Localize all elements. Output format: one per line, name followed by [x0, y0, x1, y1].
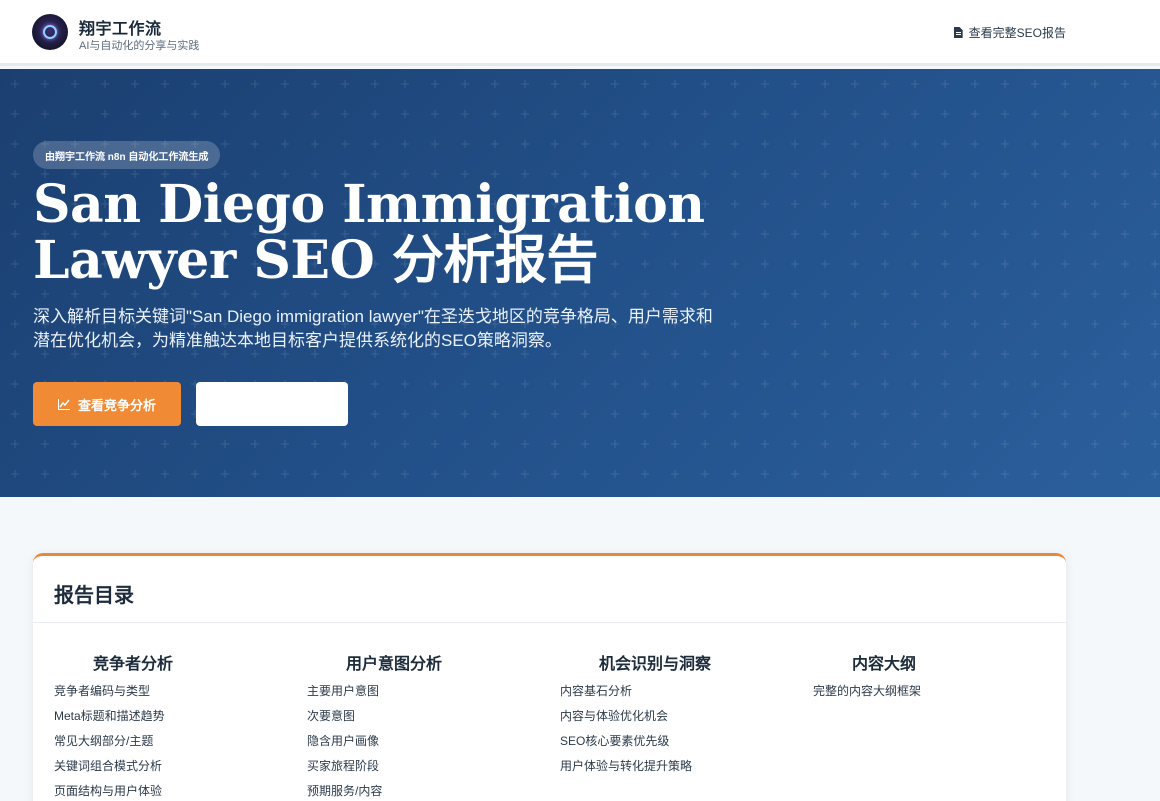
toc-column-outline: 内容大纲 完整的内容大纲框架 [813, 650, 1043, 708]
document-icon [953, 27, 963, 38]
toc-column-competitor: 竞争者分析 竞争者编码与类型 Meta标题和描述趋势 常见大纲部分/主题 关键词… [54, 650, 284, 801]
toc-item[interactable]: 内容与体验优化机会 [560, 708, 790, 733]
toc-column-title: 用户意图分析 [346, 654, 443, 673]
brand-title[interactable]: 翔宇工作流 [79, 15, 162, 39]
toc-item[interactable]: 内容基石分析 [560, 683, 790, 708]
hero-description: 深入解析目标关键词"San Diego immigration lawyer"在… [33, 307, 713, 350]
toc-item[interactable]: 用户体验与转化提升策略 [560, 758, 790, 783]
view-competition-label: 查看竞争分析 [77, 397, 156, 413]
toc-item[interactable]: 预期服务/内容 [307, 783, 537, 801]
toc-item[interactable]: 隐含用户画像 [307, 733, 537, 758]
full-report-link-label: 查看完整SEO报告 [968, 26, 1066, 40]
toc-item[interactable]: 关键词组合模式分析 [54, 758, 284, 783]
toc-column-title: 竞争者分析 [93, 654, 174, 673]
toc-column-opportunity: 机会识别与洞察 内容基石分析 内容与体验优化机会 SEO核心要素优先级 用户体验… [560, 650, 790, 783]
toc-item[interactable]: Meta标题和描述趋势 [54, 708, 284, 733]
toc-divider [33, 622, 1066, 623]
toc-title: 报告目录 [54, 583, 134, 607]
toc-column-title: 机会识别与洞察 [599, 654, 712, 673]
site-header: 翔宇工作流 AI与自动化的分享与实践 查看完整SEO报告 [0, 0, 1160, 66]
generator-badge: 由翔宇工作流 n8n 自动化工作流生成 [33, 141, 221, 169]
full-report-link[interactable]: 查看完整SEO报告 [953, 24, 1066, 41]
toc-item[interactable]: 次要意图 [307, 708, 537, 733]
page-title: San Diego Immigration Lawyer SEO 分析报告 [33, 177, 733, 289]
toc-item[interactable]: 主要用户意图 [307, 683, 537, 708]
toc-item[interactable]: 竞争者编码与类型 [54, 683, 284, 708]
secondary-button[interactable] [196, 382, 348, 426]
toc-column-title: 内容大纲 [852, 654, 917, 673]
brand-subtitle: AI与自动化的分享与实践 [79, 40, 200, 52]
toc-item[interactable]: 页面结构与用户体验 [54, 783, 284, 801]
logo-mark [43, 25, 57, 39]
line-chart-icon [57, 398, 70, 410]
toc-item[interactable]: 常见大纲部分/主题 [54, 733, 284, 758]
page-title-line-1: San Diego Immigration [33, 174, 705, 235]
hero-section: 由翔宇工作流 n8n 自动化工作流生成 San Diego Immigratio… [0, 69, 1160, 497]
brand-logo-icon[interactable] [32, 14, 68, 50]
table-of-contents: 报告目录 竞争者分析 竞争者编码与类型 Meta标题和描述趋势 常见大纲部分/主… [33, 553, 1066, 801]
toc-item[interactable]: 完整的内容大纲框架 [813, 683, 1043, 708]
toc-column-intent: 用户意图分析 主要用户意图 次要意图 隐含用户画像 买家旅程阶段 预期服务/内容 [307, 650, 537, 801]
toc-item[interactable]: 买家旅程阶段 [307, 758, 537, 783]
page-title-line-2: Lawyer SEO 分析报告 [33, 230, 598, 291]
toc-item[interactable]: SEO核心要素优先级 [560, 733, 790, 758]
view-competition-button[interactable]: 查看竞争分析 [33, 382, 181, 426]
